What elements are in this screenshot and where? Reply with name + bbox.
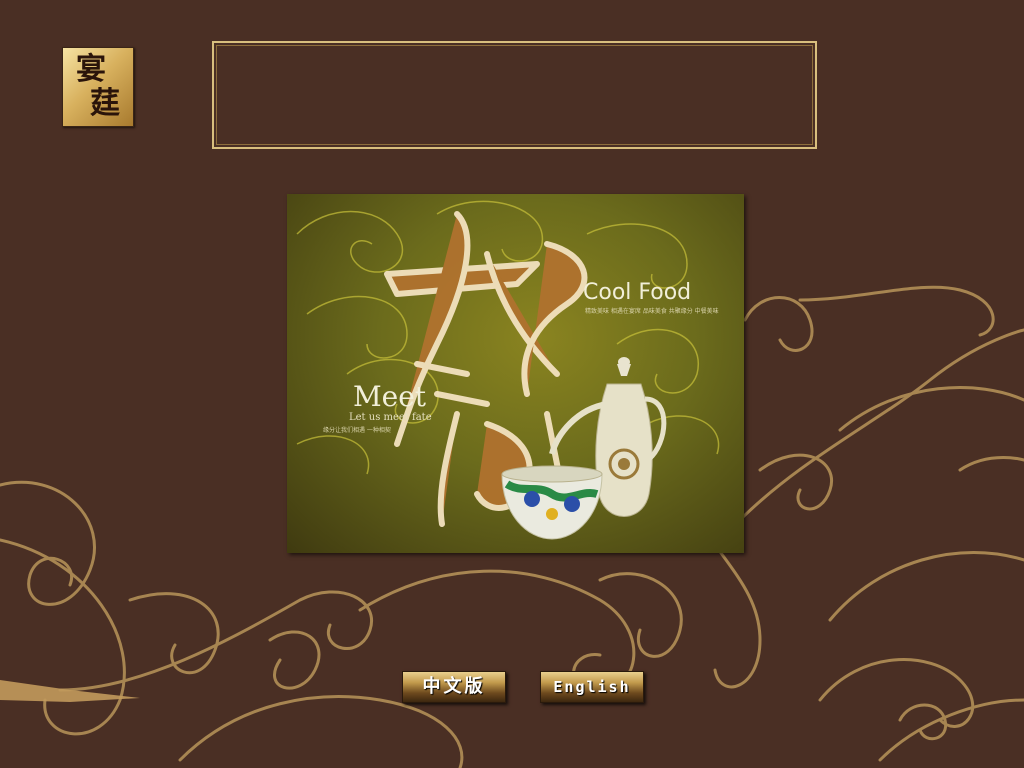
title-banner [212, 41, 817, 149]
poster-meet-heading: Meet [353, 380, 427, 413]
english-version-button[interactable]: English [540, 671, 644, 703]
poster-meet-subtitle: Let us meet fate [349, 412, 432, 423]
chinese-version-button[interactable]: 中文版 [402, 671, 506, 703]
logo-char-1: 宴 [76, 52, 106, 87]
intro-poster: Cool Food 精致美味 相遇在宴席 品味美食 共聚缘分 中餐美味 Meet… [287, 194, 744, 553]
brand-logo: 宴 莛 [62, 47, 134, 127]
logo-char-2: 莛 [90, 86, 120, 121]
poster-meet-caption: 缘分让我们相遇 一种相契 [323, 427, 391, 434]
poster-artwork [296, 200, 720, 540]
poster-title: Cool Food [583, 280, 692, 305]
poster-title-subtext: 精致美味 相遇在宴席 品味美食 共聚缘分 中餐美味 [585, 308, 719, 315]
